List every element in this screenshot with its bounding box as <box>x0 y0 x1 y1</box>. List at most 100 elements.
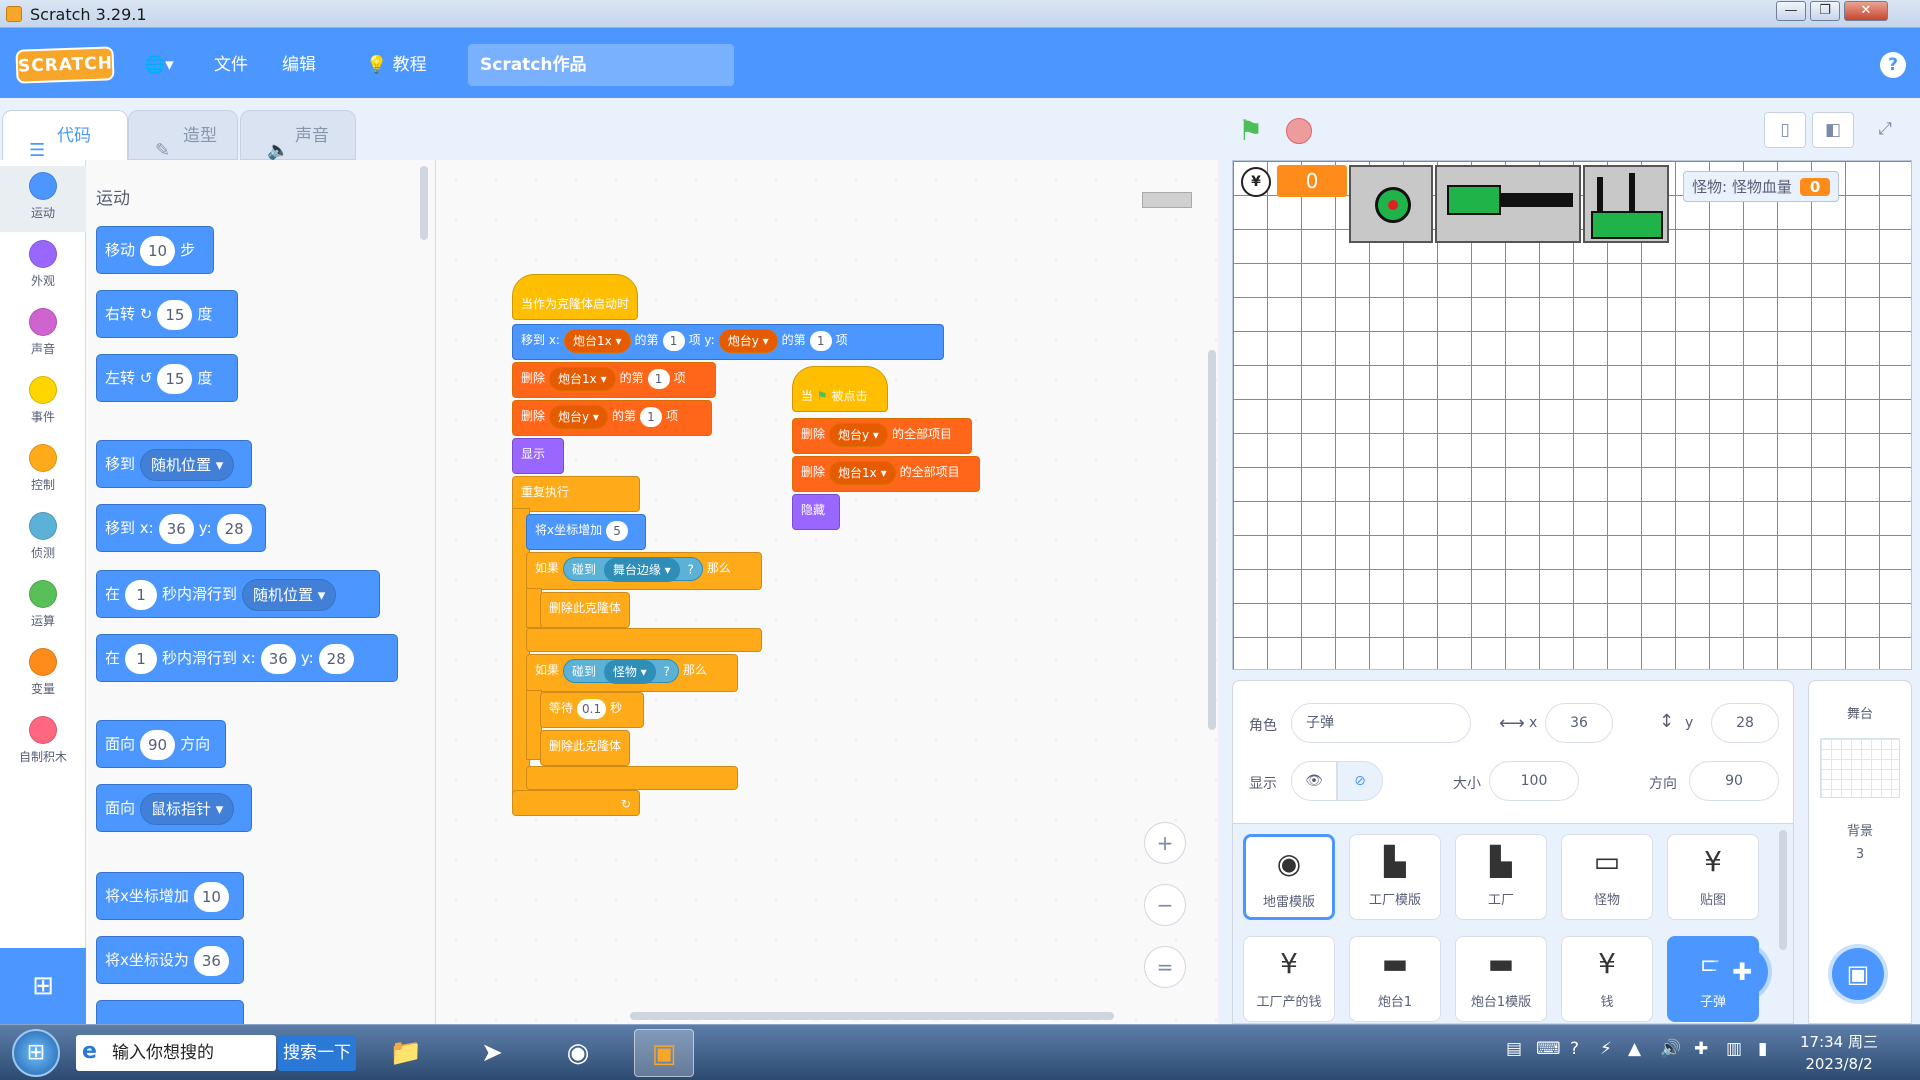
mine-sprite[interactable] <box>1349 165 1433 243</box>
factory-sprite[interactable] <box>1583 165 1669 243</box>
tray-signal-icon[interactable]: ▮ <box>1758 1039 1767 1059</box>
project-title-input[interactable]: Scratch作品 <box>468 44 734 86</box>
block-set-x[interactable]: 将x坐标设为 36 <box>96 936 244 984</box>
block-forever[interactable]: 重复执行 <box>512 476 640 512</box>
tray-network-icon[interactable]: ⚡ <box>1600 1039 1612 1059</box>
x-input[interactable]: 36 <box>158 513 194 544</box>
category-sound[interactable]: 声音 <box>0 302 86 368</box>
taskbar-search-input[interactable]: 输入你想搜的 <box>76 1035 276 1071</box>
sprite-tile[interactable]: ◉ 地雷模版 <box>1243 834 1335 920</box>
turret-sprite[interactable] <box>1435 165 1581 243</box>
set-x-input[interactable]: 36 <box>193 945 229 976</box>
seconds-input[interactable]: 1 <box>125 643 158 674</box>
category-looks[interactable]: 外观 <box>0 234 86 300</box>
tab-code[interactable]: ☰ 代码 <box>2 110 128 161</box>
zoom-out-button[interactable]: − <box>1144 884 1186 926</box>
sprite-x-input[interactable]: 36 <box>1545 703 1613 743</box>
tray-expand-icon[interactable]: ▲ <box>1628 1039 1641 1059</box>
sprite-tile[interactable]: ¥ 钱 <box>1561 936 1653 1022</box>
zoom-in-button[interactable]: + <box>1144 822 1186 864</box>
sprite-list-scrollbar[interactable] <box>1779 830 1787 950</box>
block-goto-xy-list[interactable]: 移到 x: 炮台1x ▾ 的第 1 项 y: 炮台y ▾ 的第 1 项 <box>512 324 944 360</box>
file-explorer-icon[interactable]: 📁 <box>376 1029 436 1077</box>
list-dropdown[interactable]: 炮台y ▾ <box>549 404 608 429</box>
y-input[interactable]: 28 <box>216 513 252 544</box>
glide-target-dropdown[interactable]: 随机位置 ▾ <box>242 578 337 611</box>
normal-stage-button[interactable]: ◧ <box>1812 112 1854 148</box>
index-input[interactable]: 1 <box>647 368 670 389</box>
tray-help-icon[interactable]: ? <box>1570 1039 1579 1059</box>
sprite-tile[interactable]: ¥ 贴图 <box>1667 834 1759 920</box>
scratch-logo[interactable]: SCRATCH <box>15 46 115 84</box>
category-operators[interactable]: 运算 <box>0 574 86 640</box>
tray-volume-icon[interactable]: 🔊 <box>1660 1039 1681 1059</box>
direction-input[interactable]: 90 <box>140 729 176 760</box>
block-change-x[interactable]: 将x坐标增加 10 <box>96 872 244 920</box>
index-input[interactable]: 1 <box>662 330 685 351</box>
edit-menu[interactable]: 编辑 <box>282 50 316 80</box>
touching-dropdown[interactable]: 舞台边缘 ▾ <box>603 557 680 582</box>
block-delete-all-of-list[interactable]: 删除 炮台1x ▾ 的全部项目 <box>792 456 980 492</box>
choose-sprite-button[interactable]: ✚ <box>1716 946 1768 998</box>
feather-app-icon[interactable]: ➤ <box>462 1029 522 1077</box>
close-window-button[interactable]: ✕ <box>1844 1 1888 21</box>
degrees-input[interactable]: 15 <box>157 363 193 394</box>
green-flag-button[interactable]: ⚑ <box>1238 114 1263 147</box>
block-delete-list-item[interactable]: 删除 炮台y ▾ 的第 1 项 <box>512 400 712 436</box>
hat-when-start-as-clone[interactable]: 当作为克隆体启动时 <box>512 274 638 320</box>
category-motion[interactable]: 运动 <box>0 166 86 232</box>
hat-when-flag-clicked[interactable]: 当 ⚑ 被点击 <box>792 366 888 412</box>
steps-input[interactable]: 10 <box>140 235 176 266</box>
start-button[interactable]: ⊞ <box>12 1029 60 1077</box>
file-menu[interactable]: 文件 <box>214 50 248 80</box>
sprite-tile[interactable]: ▬ 炮台1模版 <box>1455 936 1547 1022</box>
block-delete-this-clone[interactable]: 删除此克隆体 <box>540 592 630 628</box>
workspace-horizontal-scrollbar[interactable] <box>630 1012 1114 1020</box>
sprite-direction-input[interactable]: 90 <box>1689 761 1779 801</box>
zoom-reset-button[interactable]: = <box>1144 946 1186 988</box>
list-dropdown[interactable]: 炮台y ▾ <box>829 422 888 447</box>
change-x-input[interactable]: 5 <box>606 520 629 541</box>
stop-button[interactable] <box>1286 118 1312 144</box>
tutorials-menu[interactable]: 💡 教程 <box>366 50 427 80</box>
stage-canvas[interactable]: ¥ 0 怪物: 怪物血量 0 <box>1232 160 1912 670</box>
list-dropdown[interactable]: 炮台1x ▾ <box>563 328 631 353</box>
category-sensing[interactable]: 侦测 <box>0 506 86 572</box>
category-control[interactable]: 控制 <box>0 438 86 504</box>
block-glide-to-target[interactable]: 在 1 秒内滑行到 随机位置 ▾ <box>96 570 380 618</box>
seconds-input[interactable]: 1 <box>125 579 158 610</box>
block-if-touching-edge[interactable]: 如果 碰到 舞台边缘 ▾ ? 那么 <box>526 552 762 590</box>
fullscreen-button[interactable]: ⤢ <box>1864 112 1906 148</box>
help-icon[interactable]: ? <box>1880 52 1906 78</box>
block-point-direction[interactable]: 面向 90 方向 <box>96 720 226 768</box>
point-towards-dropdown[interactable]: 鼠标指针 ▾ <box>140 792 235 825</box>
y-input[interactable]: 28 <box>318 643 354 674</box>
sprite-tile[interactable]: ▙ 工厂模版 <box>1349 834 1441 920</box>
wait-seconds-input[interactable]: 0.1 <box>577 698 607 719</box>
list-dropdown[interactable]: 炮台1x ▾ <box>549 366 616 391</box>
scratch-taskbar-icon[interactable]: ▣ <box>634 1029 694 1077</box>
sprite-name-input[interactable]: 子弹 <box>1291 703 1471 743</box>
block-partial[interactable] <box>96 1000 244 1024</box>
block-change-x[interactable]: 将x坐标增加 5 <box>526 514 646 550</box>
category-variables[interactable]: 变量 <box>0 642 86 708</box>
monster-hp-monitor[interactable]: 怪物: 怪物血量 0 <box>1683 171 1840 202</box>
degrees-input[interactable]: 15 <box>157 299 193 330</box>
sprite-tile[interactable]: ▭ 怪物 <box>1561 834 1653 920</box>
category-my-blocks[interactable]: 自制积木 <box>0 710 86 776</box>
tray-keyboard-icon[interactable]: ⌨ <box>1536 1039 1561 1059</box>
sprite-y-input[interactable]: 28 <box>1711 703 1779 743</box>
language-menu[interactable]: 🌐▾ <box>144 50 174 80</box>
block-delete-all-of-list[interactable]: 删除 炮台y ▾ 的全部项目 <box>792 418 972 454</box>
block-delete-list-item[interactable]: 删除 炮台1x ▾ 的第 1 项 <box>512 362 716 398</box>
taskbar-search-button[interactable]: 搜索一下 <box>278 1035 356 1071</box>
category-events[interactable]: 事件 <box>0 370 86 436</box>
tray-security-icon[interactable]: ✚ <box>1694 1039 1708 1059</box>
block-goto-xy[interactable]: 移到 x: 36 y: 28 <box>96 504 266 552</box>
tab-costumes[interactable]: ✎ 造型 <box>128 110 238 161</box>
sprite-tile[interactable]: ¥ 工厂产的钱 <box>1243 936 1335 1022</box>
minimize-button[interactable]: — <box>1776 1 1806 21</box>
block-hide[interactable]: 隐藏 <box>792 494 840 530</box>
workspace-vertical-scrollbar[interactable] <box>1208 350 1216 730</box>
hide-sprite-button[interactable]: ⊘ <box>1337 761 1383 801</box>
